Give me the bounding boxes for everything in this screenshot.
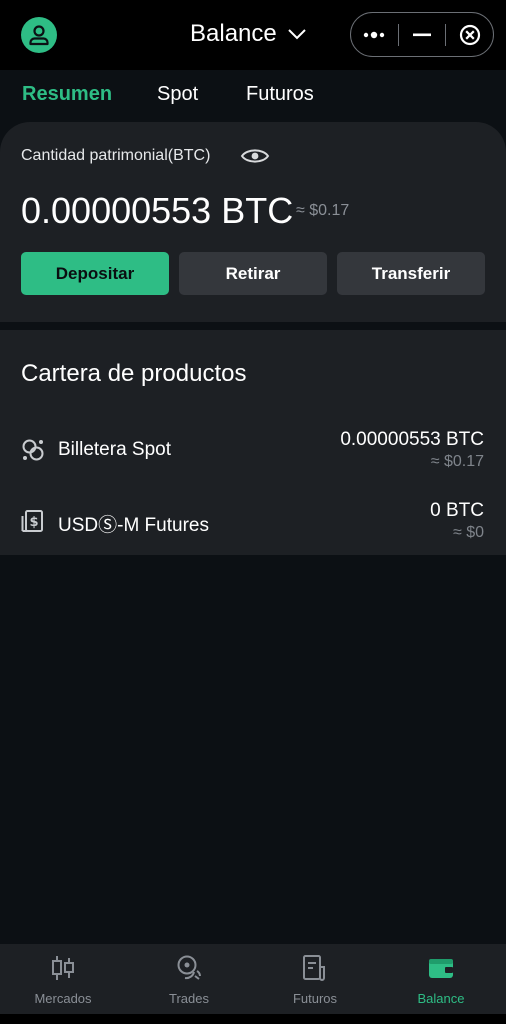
minimize-icon bbox=[413, 33, 431, 36]
product-usd-value: ≈ $0.17 bbox=[430, 453, 484, 470]
mini-program-capsule bbox=[350, 12, 494, 57]
balance-summary-card: Cantidad patrimonial(BTC) 0.00000553 BTC… bbox=[0, 122, 506, 322]
system-bottom-strip bbox=[0, 1014, 506, 1024]
user-avatar-button[interactable] bbox=[21, 17, 57, 53]
futures-icon bbox=[301, 954, 329, 987]
product-btc-value: 0.00000553 BTC bbox=[340, 429, 484, 450]
close-circle-icon bbox=[459, 24, 480, 45]
svg-text:$: $ bbox=[29, 515, 38, 530]
close-button[interactable] bbox=[446, 12, 493, 57]
tab-resumen[interactable]: Resumen bbox=[22, 83, 112, 106]
nav-label: Mercados bbox=[34, 991, 92, 1006]
user-icon bbox=[29, 25, 49, 46]
nav-label: Futuros bbox=[292, 991, 338, 1006]
deposit-button-label: Depositar bbox=[55, 263, 135, 283]
minimize-button[interactable] bbox=[399, 12, 446, 57]
nav-label: Trades bbox=[169, 991, 209, 1006]
tab-futuros[interactable]: Futuros bbox=[246, 83, 314, 106]
withdraw-button[interactable]: Retirar bbox=[179, 252, 327, 295]
chevron-down-icon bbox=[288, 29, 306, 40]
product-name: Billetera Spot bbox=[58, 439, 172, 460]
eye-icon bbox=[240, 149, 270, 163]
withdraw-button-label: Retirar bbox=[225, 263, 281, 283]
spot-wallet-icon bbox=[21, 438, 45, 467]
trades-icon bbox=[175, 954, 203, 987]
transfer-button[interactable]: Transferir bbox=[337, 252, 485, 295]
transfer-button-label: Transferir bbox=[371, 263, 451, 283]
section-divider bbox=[0, 322, 506, 330]
bottom-navigation: Mercados Trades Futuros Balance bbox=[0, 944, 506, 1014]
nav-item-trades[interactable]: Trades bbox=[126, 944, 252, 1014]
total-balance-amount: 0.00000553 BTC bbox=[21, 190, 294, 231]
section-title: Cartera de productos bbox=[21, 360, 247, 387]
product-portfolio-section: Cartera de productos Billetera Spot 0.00… bbox=[0, 330, 506, 555]
nav-item-futuros[interactable]: Futuros bbox=[252, 944, 378, 1014]
tab-spot[interactable]: Spot bbox=[157, 83, 198, 106]
nav-label: Balance bbox=[417, 991, 465, 1006]
nav-item-balance[interactable]: Balance bbox=[378, 944, 504, 1014]
page-title: Balance bbox=[190, 20, 277, 47]
wallet-icon bbox=[427, 954, 455, 987]
total-assets-label: Cantidad patrimonial(BTC) bbox=[21, 147, 211, 164]
more-dots-icon bbox=[364, 31, 385, 38]
list-item-usdm-futures[interactable]: $ USDⓈ-M Futures 0 BTC ≈ $0 bbox=[0, 490, 506, 550]
list-item-spot-wallet[interactable]: Billetera Spot 0.00000553 BTC ≈ $0.17 bbox=[0, 420, 506, 480]
product-btc-value: 0 BTC bbox=[430, 500, 484, 521]
nav-item-mercados[interactable]: Mercados bbox=[0, 944, 126, 1014]
top-bar: Balance bbox=[0, 0, 506, 70]
balance-title-dropdown[interactable]: Balance bbox=[190, 18, 307, 50]
tab-bar: Resumen Spot Futuros bbox=[0, 70, 506, 122]
toggle-visibility-button[interactable] bbox=[240, 146, 270, 171]
deposit-button[interactable]: Depositar bbox=[21, 252, 169, 295]
more-button[interactable] bbox=[351, 12, 398, 57]
product-name: USDⓈ-M Futures bbox=[58, 515, 209, 536]
candlestick-icon bbox=[49, 954, 77, 987]
futures-dollar-icon: $ bbox=[21, 509, 45, 538]
product-usd-value: ≈ $0 bbox=[452, 524, 484, 541]
total-balance-usd: ≈ $0.17 bbox=[296, 202, 350, 219]
